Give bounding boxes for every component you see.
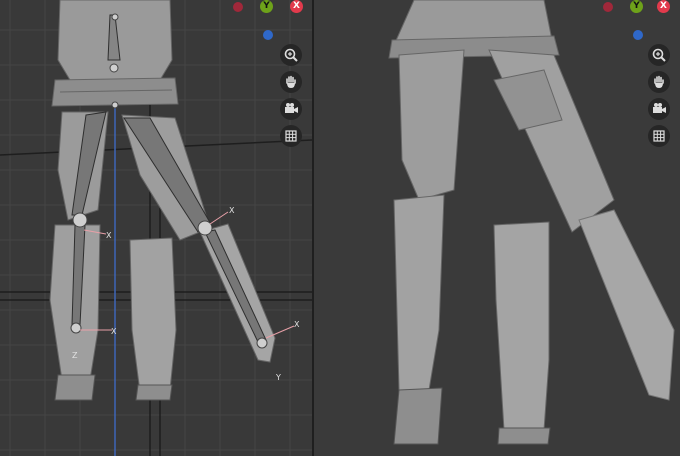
axis-gizmo-right[interactable]: Y X <box>598 0 678 50</box>
nav-tools-left <box>280 44 306 152</box>
x-axis-button[interactable]: X <box>290 0 303 13</box>
grid-icon[interactable] <box>648 125 670 147</box>
camera-icon[interactable] <box>280 98 302 120</box>
hand-icon[interactable] <box>648 71 670 93</box>
right-boot <box>54 374 96 401</box>
grid-icon[interactable] <box>280 125 302 147</box>
bone-label-x-2: X <box>229 206 235 215</box>
hand-icon[interactable] <box>280 71 302 93</box>
bone-label-y: Y <box>275 373 281 382</box>
bone-label-z: Z <box>72 351 78 360</box>
left-3d-viewport[interactable]: X X X X Y Z Y X <box>0 0 312 456</box>
thigh-mesh-right <box>398 49 465 201</box>
left-shin-armor <box>129 237 177 393</box>
bare-lower-leg <box>578 209 675 401</box>
x-axis-button-right[interactable]: X <box>657 0 670 13</box>
left-scene-canvas[interactable]: X X X X Y Z <box>0 0 312 456</box>
z-axis-dot[interactable] <box>263 30 273 40</box>
axis-gizmo-left[interactable]: Y X <box>228 0 308 50</box>
right-3d-viewport[interactable]: Y X <box>314 0 680 456</box>
boot-right <box>393 387 443 445</box>
zoom-icon[interactable] <box>280 44 302 66</box>
neg-x-axis-dot[interactable] <box>233 2 243 12</box>
y-axis-button-right[interactable]: Y <box>630 0 643 13</box>
neg-x-axis-dot-right[interactable] <box>603 2 613 12</box>
left-boot <box>135 384 173 401</box>
z-axis-dot-right[interactable] <box>633 30 643 40</box>
camera-icon[interactable] <box>648 98 670 120</box>
zoom-icon[interactable] <box>648 44 670 66</box>
bone-label-x-4: X <box>294 320 300 329</box>
nav-tools-right <box>648 44 674 152</box>
boot-left <box>497 427 551 445</box>
shin-armor-left <box>493 221 550 431</box>
bone-label-x-3: X <box>111 327 117 336</box>
shin-armor-right <box>393 194 445 391</box>
right-scene-canvas[interactable] <box>314 0 680 456</box>
y-axis-button[interactable]: Y <box>260 0 273 13</box>
bone-label-x-1: X <box>106 231 112 240</box>
